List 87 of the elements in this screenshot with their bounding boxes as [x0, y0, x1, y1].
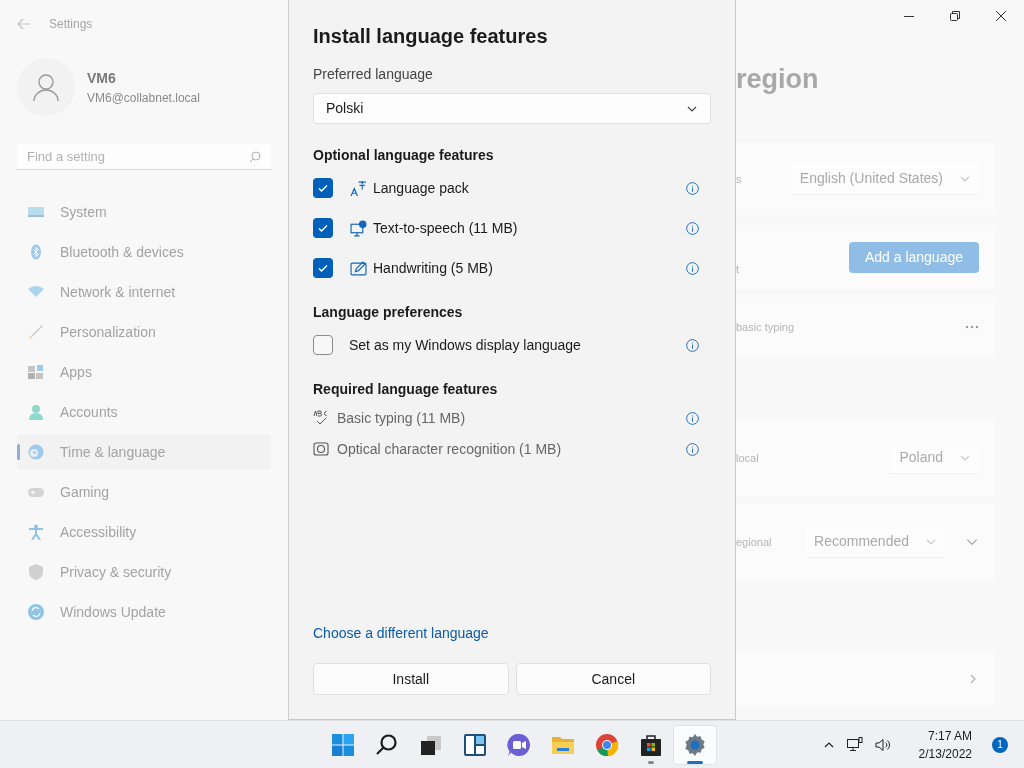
info-icon[interactable] [686, 261, 699, 275]
section-heading: Language preferences [313, 303, 464, 322]
bluetooth-icon [28, 244, 44, 260]
nav-item[interactable]: Gaming [17, 474, 271, 510]
apps-icon [28, 364, 44, 380]
language-dropdown[interactable]: Polski [313, 93, 711, 124]
chat-icon [507, 732, 531, 757]
shield-icon [28, 564, 44, 580]
setting-label: s [736, 171, 742, 187]
person-icon [28, 404, 44, 420]
nav-item[interactable]: Accounts [17, 394, 271, 430]
install-button[interactable]: Install [313, 663, 509, 695]
minimize-icon [904, 15, 914, 17]
settings-icon [683, 732, 707, 757]
nav-item[interactable]: Network & internet [17, 274, 271, 310]
nav-item[interactable]: Windows Update [17, 594, 271, 630]
page-title: region [736, 63, 819, 96]
network-icon[interactable] [846, 736, 863, 753]
camera-icon [313, 441, 329, 457]
setting-label: local [736, 450, 759, 466]
restore-icon [950, 11, 960, 21]
setting-label: egional [736, 534, 772, 550]
nav-item[interactable]: Privacy & security [17, 554, 271, 590]
check-icon [317, 182, 329, 194]
monitor-icon [28, 204, 44, 220]
field-label: Preferred language [313, 65, 434, 84]
window-title: Settings [49, 16, 93, 33]
nav-item[interactable]: Time & language [17, 434, 271, 470]
nav-item[interactable]: Personalization [17, 314, 271, 350]
nav-item[interactable]: Apps [17, 354, 271, 390]
account-name: VM6 [87, 68, 117, 88]
info-icon[interactable] [686, 221, 699, 235]
wifi-icon [28, 284, 44, 300]
search-icon [249, 151, 261, 163]
section-heading: Required language features [313, 380, 499, 399]
close-icon [996, 11, 1006, 21]
setting-label: basic typing [736, 319, 795, 335]
checkbox[interactable] [313, 218, 333, 238]
speaker-icon[interactable] [874, 736, 891, 753]
feature-label: Text-to-speech (11 MB) [373, 218, 519, 238]
speech-monitor-icon [350, 219, 367, 237]
browser-icon [595, 732, 619, 757]
cancel-button[interactable]: Cancel [515, 663, 711, 695]
running-indicator [648, 760, 654, 764]
info-icon[interactable] [686, 442, 699, 456]
start-icon [331, 732, 355, 757]
accessibility-icon [28, 524, 44, 540]
different-language-link[interactable]: Choose a different language [313, 623, 711, 644]
more-icon[interactable] [965, 325, 979, 329]
language-icon [350, 179, 367, 197]
preference-label: Set as my Windows display language [349, 335, 582, 355]
section-heading: Optional language features [313, 146, 495, 165]
feature-label: Basic typing (11 MB) [337, 408, 467, 428]
update-icon [28, 604, 44, 620]
check-icon [317, 222, 329, 234]
pen-tablet-icon [350, 259, 367, 277]
feature-label: Handwriting (5 MB) [373, 258, 494, 278]
clock[interactable]: 7:17 AM 2/13/2022 [918, 726, 972, 763]
checkbox[interactable] [313, 335, 333, 355]
setting-label: t [736, 261, 740, 277]
feature-label: Language pack [373, 178, 470, 198]
person-icon [32, 73, 60, 101]
spellcheck-icon [313, 410, 329, 426]
running-indicator [687, 760, 703, 764]
search-icon [375, 732, 399, 757]
info-icon[interactable] [686, 181, 699, 195]
widgets-icon [463, 732, 487, 757]
dialog-title: Install language features [313, 24, 549, 49]
store-icon [639, 732, 663, 757]
checkbox[interactable] [313, 258, 333, 278]
brush-icon [28, 324, 44, 340]
checkbox[interactable] [313, 178, 333, 198]
check-icon [317, 262, 329, 274]
notification-badge[interactable]: 1 [992, 736, 1008, 753]
info-icon[interactable] [686, 411, 699, 425]
info-icon[interactable] [686, 338, 699, 352]
nav-item[interactable]: Accessibility [17, 514, 271, 550]
globe-clock-icon [28, 444, 44, 460]
add-language-button[interactable]: Add a language [848, 241, 979, 273]
selection-indicator [17, 444, 20, 460]
clock-date: 2/13/2022 [918, 745, 972, 763]
nav-item[interactable]: Bluetooth & devices [17, 234, 271, 270]
feature-label: Optical character recognition (1 MB) [337, 439, 563, 459]
account-email: VM6@collabnet.local [87, 89, 200, 107]
clock-time: 7:17 AM [927, 727, 972, 745]
nav-item[interactable]: System [17, 194, 271, 230]
search-field[interactable]: Find a setting [17, 144, 271, 170]
